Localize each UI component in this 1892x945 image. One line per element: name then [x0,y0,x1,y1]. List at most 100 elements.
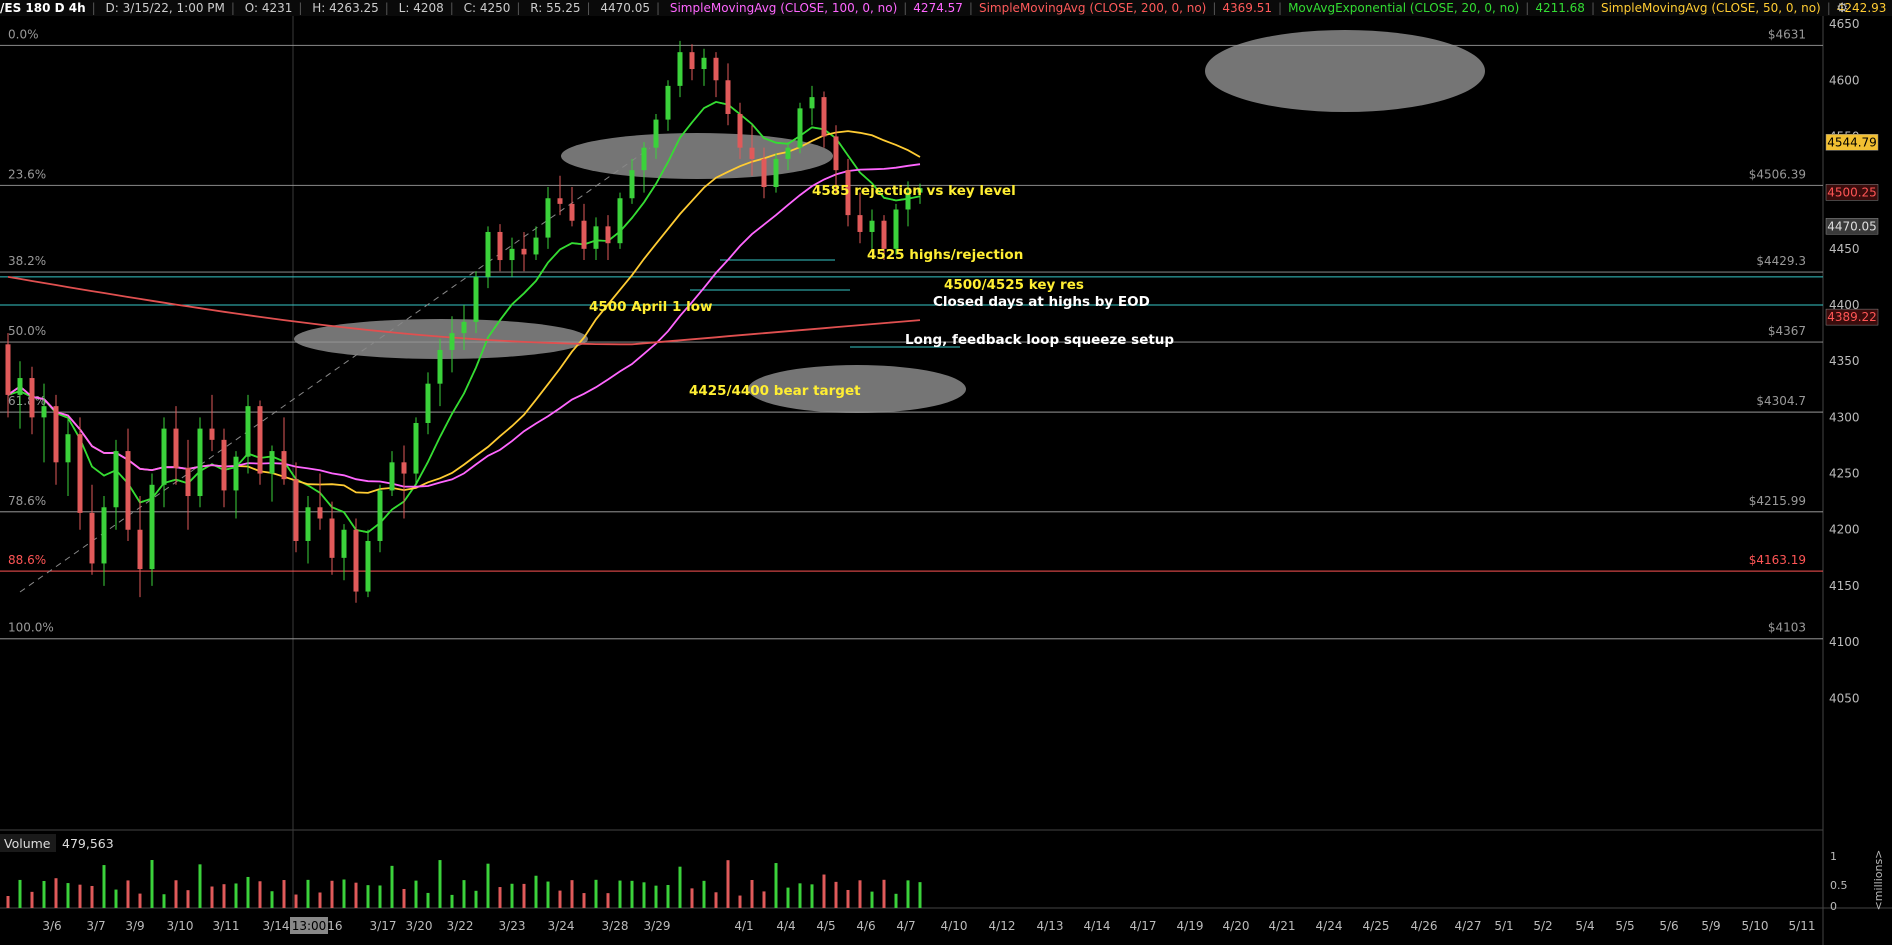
candle-body [773,158,779,188]
fib-price-label: $4304.7 [1756,394,1806,408]
x-tick-label: 5/1 [1494,919,1513,933]
fib-price-label: $4367 [1768,324,1806,338]
x-tick-label: 4/17 [1130,919,1157,933]
x-tick-label: 3/22 [447,919,474,933]
volume-bar [414,880,418,908]
x-tick-label: 4/24 [1316,919,1343,933]
candle-body [269,451,275,474]
fib-pct-label: 88.6% [8,553,46,567]
fib-pct-label: 50.0% [8,324,46,338]
candle-body [785,147,791,159]
study-value: 4211.68 [1535,1,1585,15]
price-marker-label: 4544.79 [1827,135,1877,149]
candle-body [737,113,743,148]
fib-pct-label: 100.0% [8,621,54,635]
volume-bar [570,880,574,908]
volume-bar [630,880,634,908]
candle-body [17,378,23,395]
price-tick-label: 4100 [1829,635,1860,649]
volume-tick-label: 0.5 [1830,879,1848,892]
price-tick-label: 4600 [1829,73,1860,87]
volume-bar [222,884,226,908]
study-label[interactable]: SimpleMovingAvg (CLOSE, 50, 0, no) [1601,1,1821,15]
study-label[interactable]: SimpleMovingAvg (CLOSE, 100, 0, no) [670,1,897,15]
volume-bar [546,881,550,908]
volume-bar [666,884,670,908]
candle-body [77,434,83,513]
volume-bar [30,891,34,908]
candle-body [5,344,11,395]
candle-body [401,462,407,474]
x-tick-label: 4/10 [941,919,968,933]
price-tick-label: 4050 [1829,691,1860,705]
candle-body [293,479,299,541]
candle-body [569,203,575,221]
volume-bar [822,874,826,908]
volume-bar [462,880,466,908]
volume-bar [582,893,586,908]
x-tick-label: 4/21 [1269,919,1296,933]
chart-annotation: 4425/4400 bear target [689,383,861,399]
volume-bar [774,863,778,908]
volume-bar [42,881,46,908]
range-label: R: 55.25 [530,1,581,15]
x-tick-label: 4/7 [896,919,915,933]
price-chart[interactable]: 0.0% $4631 23.6% $4506.39 38.2% $4429.3 50.0% $… [0,0,1892,945]
symbol-label[interactable]: /ES 180 D 4h [0,1,86,15]
x-tick-label: 3/6 [42,919,61,933]
candle-body [497,231,503,261]
volume-bar [498,887,502,908]
low-label: L: 4208 [398,1,444,15]
candle-body [473,276,479,322]
price-marker-label: 4470.05 [1827,219,1877,233]
volume-bar [6,896,10,908]
chart-annotation: 4525 highs/rejection [867,247,1023,263]
high-label: H: 4263.25 [312,1,379,15]
volume-bar [390,865,394,908]
price-tick-label: 4300 [1829,410,1860,424]
last-label: 4470.05 [600,1,650,15]
candle-body [605,226,611,244]
candle-body [581,220,587,249]
cursor-x-label: 13:00 [292,919,327,933]
volume-bar [810,884,814,908]
volume-bar [450,894,454,908]
volume-bar [738,895,742,908]
volume-value: 479,563 [62,836,114,851]
candle-body [797,108,803,148]
volume-bar [378,885,382,908]
study-label[interactable]: MovAvgExponential (CLOSE, 20, 0, no) [1288,1,1519,15]
candle-body [533,237,539,255]
study-label[interactable]: SimpleMovingAvg (CLOSE, 200, 0, no) [979,1,1206,15]
candle-body [893,209,899,249]
x-tick-label: 4/25 [1363,919,1390,933]
chart-annotation: 4585 rejection vs key level [812,183,1016,199]
study-value: 4369.51 [1222,1,1273,15]
x-tick-label: 5/6 [1659,919,1678,933]
x-tick-label: 3/20 [406,919,433,933]
x-tick-label: 3/29 [644,919,671,933]
volume-bar [162,894,166,908]
candle-body [677,52,683,86]
volume-bar [210,886,214,908]
x-tick-label: 5/5 [1615,919,1634,933]
x-tick-label: 5/4 [1575,919,1594,933]
candle-body [221,439,227,491]
volume-bar [882,879,886,908]
volume-bar [354,882,358,908]
settings-icon[interactable]: ⚙ [1836,1,1848,16]
volume-bar [894,893,898,908]
x-tick-label: 4/5 [816,919,835,933]
x-tick-label: 5/11 [1789,919,1816,933]
x-tick-label: 4/26 [1411,919,1438,933]
price-tick-label: 4350 [1829,354,1860,368]
fib-price-label: $4163.19 [1749,553,1806,567]
volume-bar [438,860,442,908]
candle-body [869,220,875,232]
volume-label: Volume [4,836,51,851]
volume-bar [126,880,130,908]
candle-body [617,198,623,244]
x-tick-label: 3/23 [499,919,526,933]
chart-annotation: Closed days at highs by EOD [933,294,1150,310]
x-tick-label: 3/28 [602,919,629,933]
